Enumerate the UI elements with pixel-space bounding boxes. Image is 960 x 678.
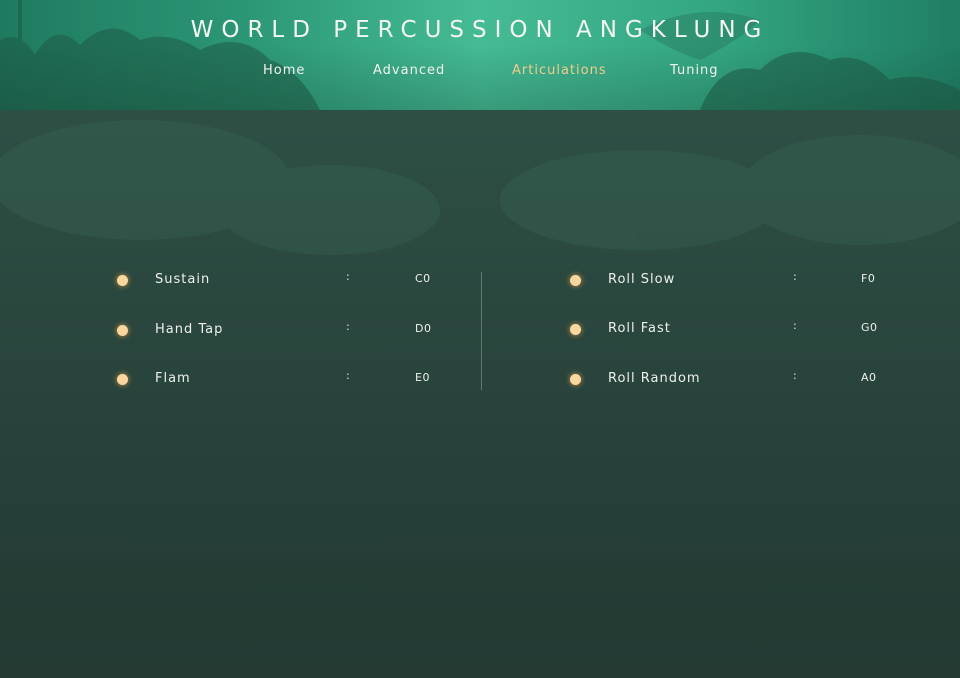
dot-indicator-icon — [570, 275, 581, 286]
dot-indicator-icon — [570, 374, 581, 385]
articulation-name: Flam — [155, 371, 191, 386]
separator: : — [346, 320, 350, 333]
separator: : — [346, 270, 350, 283]
articulation-name: Roll Slow — [608, 272, 676, 287]
articulation-row-flam[interactable]: Flam : E0 — [117, 369, 437, 391]
dot-indicator-icon — [117, 374, 128, 385]
articulation-name: Roll Fast — [608, 321, 671, 336]
articulation-row-roll-random[interactable]: Roll Random : A0 — [570, 369, 890, 391]
separator: : — [346, 369, 350, 382]
tab-advanced[interactable]: Advanced — [373, 63, 445, 78]
articulation-name: Hand Tap — [155, 322, 224, 337]
key-label: G0 — [861, 321, 878, 334]
main-nav: Home Advanced Articulations Tuning — [0, 63, 960, 83]
tab-home[interactable]: Home — [263, 63, 305, 78]
articulation-row-hand-tap[interactable]: Hand Tap : D0 — [117, 320, 437, 342]
articulation-name: Sustain — [155, 272, 211, 287]
separator: : — [793, 369, 797, 382]
articulation-name: Roll Random — [608, 371, 701, 386]
articulation-row-sustain[interactable]: Sustain : C0 — [117, 270, 437, 292]
tab-tuning[interactable]: Tuning — [670, 63, 719, 78]
dot-indicator-icon — [117, 325, 128, 336]
key-label: C0 — [415, 272, 431, 285]
articulation-row-roll-fast[interactable]: Roll Fast : G0 — [570, 319, 890, 341]
page-title: WORLD PERCUSSION ANGKLUNG — [190, 17, 770, 43]
separator: : — [793, 270, 797, 283]
tab-articulations[interactable]: Articulations — [512, 63, 607, 78]
key-label: F0 — [861, 272, 876, 285]
key-label: D0 — [415, 322, 432, 335]
key-label: E0 — [415, 371, 430, 384]
separator: : — [793, 319, 797, 332]
column-divider — [481, 272, 482, 390]
articulation-row-roll-slow[interactable]: Roll Slow : F0 — [570, 270, 890, 292]
dot-indicator-icon — [570, 324, 581, 335]
key-label: A0 — [861, 371, 877, 384]
dot-indicator-icon — [117, 275, 128, 286]
header-banner: WORLD PERCUSSION ANGKLUNG Home Advanced … — [0, 0, 960, 110]
